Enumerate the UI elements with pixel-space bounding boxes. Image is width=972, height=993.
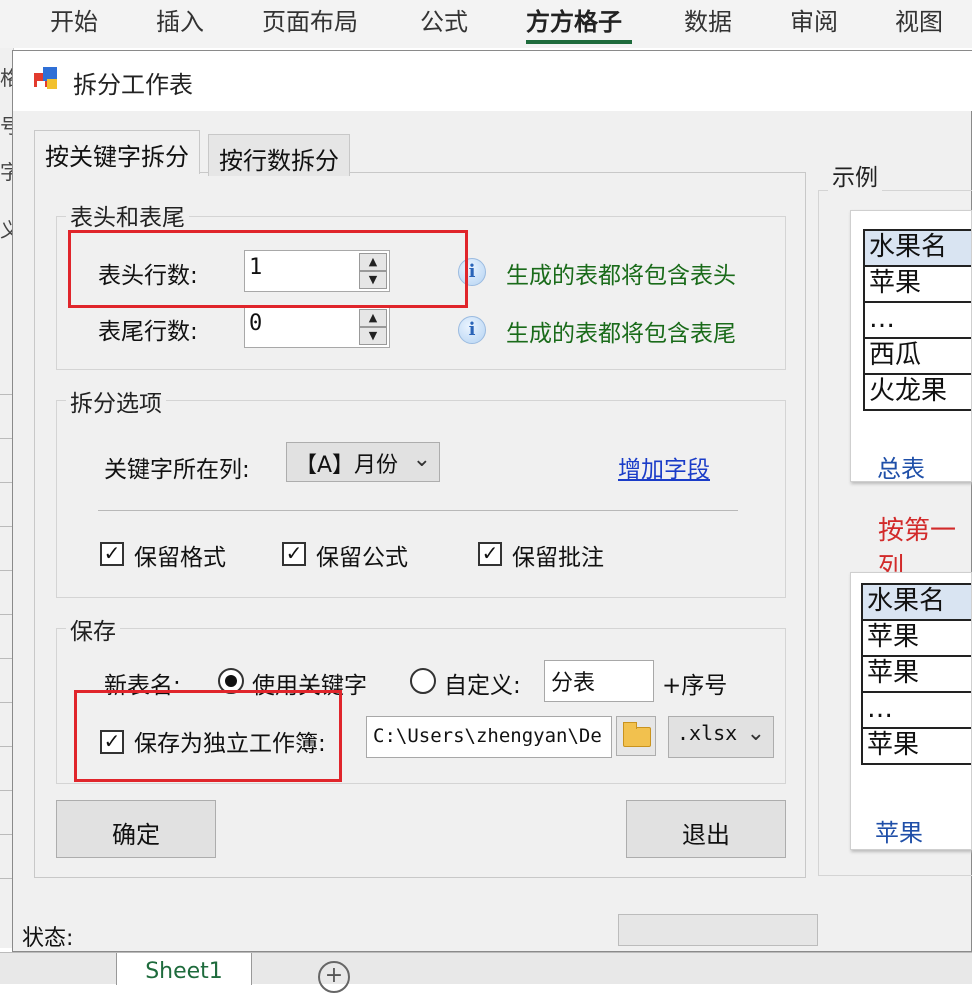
footer-rows-value[interactable]: 0 <box>249 311 262 336</box>
custom-name-radio[interactable] <box>410 668 436 694</box>
keep-formula-checkbox[interactable]: ✓ <box>282 542 306 566</box>
add-field-link[interactable]: 增加字段 <box>618 450 710 484</box>
tab-split-by-keyword[interactable]: 按关键字拆分 <box>34 130 200 174</box>
table-cell: 苹果 <box>865 267 971 303</box>
table-cell: … <box>865 303 971 339</box>
table-cell: 西瓜 <box>865 339 971 375</box>
footer-rows-spinner[interactable]: 0 ▲ ▼ <box>244 306 390 348</box>
key-column-value: 【A】月份 <box>295 453 399 478</box>
table-cell: 苹果 <box>863 621 971 657</box>
custom-name-label: 自定义: <box>444 673 521 699</box>
example-sheet-tab: 总表 <box>877 455 925 482</box>
keep-comment-checkbox[interactable]: ✓ <box>478 542 502 566</box>
ribbon-tab-formulas[interactable]: 公式 <box>420 2 468 37</box>
browse-folder-button[interactable] <box>616 716 656 756</box>
chevron-down-icon: ⌄ <box>746 721 765 746</box>
ribbon-tabs: 开始 插入 页面布局 公式 方方格子 数据 审阅 视图 <box>0 0 972 48</box>
highlight-box <box>68 230 468 308</box>
active-tab-indicator <box>526 40 632 44</box>
key-column-label: 关键字所在列: <box>104 457 250 483</box>
file-extension-select[interactable]: .xlsx ⌄ <box>668 716 774 758</box>
table-cell: … <box>863 693 971 729</box>
sequence-suffix-label: +序号 <box>662 673 728 699</box>
ribbon-tab-insert[interactable]: 插入 <box>156 2 204 37</box>
save-legend: 保存 <box>66 612 120 646</box>
table-cell: 火龙果 <box>865 375 971 411</box>
sheet-tab-sheet1[interactable]: Sheet1 <box>116 953 252 985</box>
custom-name-input[interactable]: 分表 <box>544 660 654 702</box>
highlight-box <box>74 690 342 782</box>
app-icon <box>34 67 57 89</box>
keep-formula-label: 保留公式 <box>316 545 408 571</box>
spin-down-icon[interactable]: ▼ <box>359 327 387 345</box>
file-extension-value: .xlsx <box>677 721 738 745</box>
ribbon-tab-view[interactable]: 视图 <box>895 2 943 37</box>
ribbon-tab-fangfang[interactable]: 方方格子 <box>526 2 622 37</box>
header-footer-legend: 表头和表尾 <box>66 198 189 232</box>
example-table-apple: 水果名 苹果 苹果 … 苹果 <box>861 583 971 765</box>
table-cell: 水果名 <box>863 585 971 621</box>
table-cell: 苹果 <box>863 729 971 765</box>
add-sheet-icon[interactable]: + <box>318 961 350 993</box>
exit-button[interactable]: 退出 <box>626 800 786 858</box>
example-sheet-tab: 苹果 <box>875 819 923 847</box>
example-legend: 示例 <box>828 158 882 192</box>
ribbon-tab-data[interactable]: 数据 <box>684 2 732 37</box>
ribbon-tab-review[interactable]: 审阅 <box>790 2 838 37</box>
key-column-select[interactable]: 【A】月份 ⌄ <box>286 442 440 482</box>
spin-up-icon[interactable]: ▲ <box>359 309 387 327</box>
keep-comment-label: 保留批注 <box>512 545 604 571</box>
info-icon: i <box>458 316 486 344</box>
dialog-title: 拆分工作表 <box>73 71 193 99</box>
table-cell: 水果名 <box>865 231 971 267</box>
dialog-titlebar: 拆分工作表 <box>13 51 972 111</box>
progress-bar <box>618 914 818 946</box>
ok-button[interactable]: 确定 <box>56 800 216 858</box>
footer-rows-label: 表尾行数: <box>98 319 198 345</box>
save-path-input[interactable]: C:\Users\zhengyan\De <box>366 716 612 758</box>
ribbon-tab-page-layout[interactable]: 页面布局 <box>262 2 358 37</box>
example-sheet-apple: 水果名 苹果 苹果 … 苹果 苹果 <box>850 572 972 850</box>
sheet-tab-bar: Sheet1 + <box>0 952 972 993</box>
tab-split-by-rows[interactable]: 按行数拆分 <box>208 134 350 176</box>
split-options-legend: 拆分选项 <box>66 384 166 418</box>
divider <box>98 510 738 511</box>
table-cell: 苹果 <box>863 657 971 693</box>
example-sheet-total: 水果名 苹果 … 西瓜 火龙果 总表 <box>850 210 972 482</box>
keep-format-label: 保留格式 <box>134 545 226 571</box>
chevron-down-icon: ⌄ <box>412 447 431 472</box>
footer-hint: 生成的表都将包含表尾 <box>506 321 736 347</box>
example-table-total: 水果名 苹果 … 西瓜 火龙果 <box>863 229 971 411</box>
ribbon-tab-home[interactable]: 开始 <box>50 2 98 37</box>
status-label: 状态: <box>22 926 74 951</box>
keep-format-checkbox[interactable]: ✓ <box>100 542 124 566</box>
folder-icon <box>623 722 651 747</box>
header-hint: 生成的表都将包含表头 <box>506 263 736 289</box>
